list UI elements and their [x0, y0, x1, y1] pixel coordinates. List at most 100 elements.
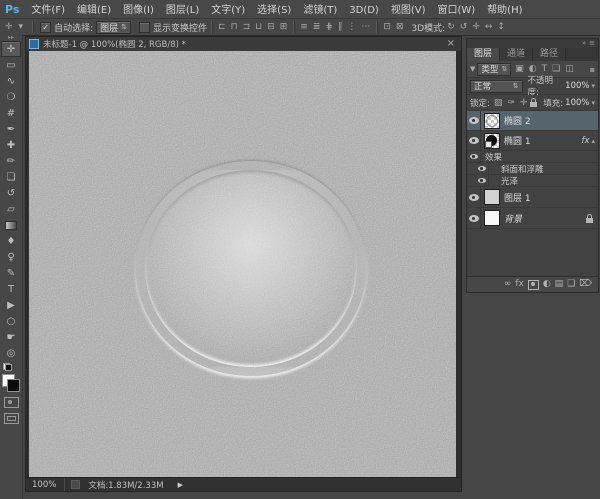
layer-name[interactable]: 椭圆 2: [504, 114, 531, 127]
clone-stamp-tool[interactable]: ❏: [1, 169, 21, 185]
3d-roll-icon[interactable]: ↺: [458, 20, 470, 34]
lasso-tool[interactable]: ∿: [1, 73, 21, 89]
default-colors-icon[interactable]: [3, 363, 12, 371]
auto-blend-icon[interactable]: ⊠: [394, 20, 406, 34]
distribute-left-edges-icon[interactable]: ∥: [336, 20, 345, 34]
eraser-tool[interactable]: ▱: [1, 201, 21, 217]
new-layer-icon[interactable]: ❑: [567, 277, 575, 292]
layer-name[interactable]: 椭圆 1: [504, 134, 531, 147]
auto-select-checkbox[interactable]: ✓: [40, 22, 51, 33]
layer-style-icon[interactable]: fx: [515, 277, 524, 292]
opacity-field[interactable]: 100% ▾: [565, 79, 595, 93]
visibility-toggle[interactable]: [467, 131, 481, 150]
lock-all-icon[interactable]: [530, 102, 537, 107]
menu-item-6[interactable]: 选择(S): [251, 5, 297, 16]
type-tool[interactable]: T: [1, 281, 21, 297]
visibility-toggle[interactable]: [475, 175, 489, 186]
layer-name[interactable]: 背景: [504, 212, 522, 225]
healing-brush-tool[interactable]: ✚: [1, 137, 21, 153]
document-tab-bar[interactable]: 未标题-1 @ 100%(椭圆 2, RGB/8) * ×: [26, 37, 461, 52]
crop-tool[interactable]: #: [1, 105, 21, 121]
dodge-tool[interactable]: ♀: [1, 249, 21, 265]
brush-tool[interactable]: ✏: [1, 153, 21, 169]
panel-tab-2[interactable]: 通道: [500, 48, 533, 61]
zoom-level[interactable]: 100%: [26, 480, 64, 490]
panel-tab-3[interactable]: 路径: [533, 48, 566, 61]
panel-tab-1[interactable]: 图层: [467, 48, 500, 61]
filter-smart-objects-icon[interactable]: ◫: [563, 62, 576, 76]
visibility-toggle[interactable]: [467, 151, 481, 162]
3d-slide-icon[interactable]: ↔: [483, 20, 495, 34]
menu-item-1[interactable]: 文件(F): [25, 5, 71, 16]
menu-item-8[interactable]: 3D(D): [343, 5, 385, 16]
align-left-edges-icon[interactable]: ⊏: [216, 20, 228, 34]
auto-select-target-dropdown[interactable]: 图层 ⇅: [96, 21, 131, 34]
visibility-toggle[interactable]: [467, 187, 481, 207]
hand-tool[interactable]: ☛: [1, 329, 21, 345]
filter-kind-dropdown[interactable]: 类型 ⇅: [477, 63, 511, 76]
layer-row[interactable]: 背景: [467, 208, 598, 229]
align-vertical-centers-icon[interactable]: ⊟: [265, 20, 277, 34]
align-right-edges-icon[interactable]: ⊐: [241, 20, 253, 34]
menu-item-11[interactable]: 帮助(H): [481, 5, 528, 16]
menu-item-3[interactable]: 图像(I): [117, 5, 160, 16]
menu-item-7[interactable]: 滤镜(T): [297, 5, 343, 16]
distribute-right-edges-icon[interactable]: ⋯: [359, 20, 372, 34]
effect-item-row[interactable]: 光泽: [467, 175, 598, 187]
tool-preset-picker[interactable]: ✛ ▾: [0, 20, 28, 34]
distribute-bottom-edges-icon[interactable]: ⋕: [323, 20, 335, 34]
add-layer-mask-icon[interactable]: [528, 280, 539, 290]
layer-row[interactable]: 椭圆 1fx▴: [467, 131, 598, 151]
distribute-top-edges-icon[interactable]: ≡: [298, 20, 310, 34]
adjustment-layer-icon[interactable]: ◐: [543, 277, 551, 292]
effects-row[interactable]: 效果: [467, 151, 598, 163]
distribute-vertical-centers-icon[interactable]: ≣: [311, 20, 323, 34]
layer-thumbnail[interactable]: [484, 113, 500, 129]
visibility-toggle[interactable]: [467, 208, 481, 228]
show-transform-checkbox[interactable]: [139, 22, 150, 33]
fill-field[interactable]: 100% ▾: [565, 96, 595, 110]
menu-item-5[interactable]: 文字(Y): [205, 5, 251, 16]
effect-item-row[interactable]: 斜面和浮雕: [467, 163, 598, 175]
lock-transparency-icon[interactable]: ▨: [492, 96, 505, 110]
delete-layer-icon[interactable]: ⌦: [579, 277, 592, 292]
background-color-swatch[interactable]: [7, 379, 20, 392]
layer-thumbnail[interactable]: [484, 133, 500, 149]
screen-mode-button[interactable]: [4, 413, 19, 424]
link-layers-icon[interactable]: ∞: [504, 277, 512, 292]
path-selection-tool[interactable]: ▶: [1, 297, 21, 313]
menu-item-2[interactable]: 编辑(E): [71, 5, 117, 16]
menu-item-9[interactable]: 视图(V): [385, 5, 432, 16]
new-group-icon[interactable]: ▤: [555, 277, 564, 292]
layer-name[interactable]: 图层 1: [504, 191, 531, 204]
3d-scale-icon[interactable]: ↕: [495, 20, 507, 34]
quick-mask-button[interactable]: [4, 397, 19, 408]
lock-position-icon[interactable]: ✛: [518, 96, 530, 110]
eyedropper-tool[interactable]: ✒: [1, 121, 21, 137]
distribute-horizontal-centers-icon[interactable]: ⋮: [345, 20, 358, 34]
collapse-panels-icon[interactable]: »: [582, 39, 586, 48]
pen-tool[interactable]: ✎: [1, 265, 21, 281]
marquee-tool[interactable]: ▭: [1, 57, 21, 73]
layer-thumbnail[interactable]: [484, 210, 500, 226]
blend-mode-dropdown[interactable]: 正常 ⇅: [470, 80, 523, 93]
visibility-toggle[interactable]: [467, 111, 481, 130]
3d-drag-icon[interactable]: ✛: [470, 20, 482, 34]
move-tool[interactable]: ✛: [1, 41, 21, 57]
auto-align-layers-icon[interactable]: ⊡: [381, 20, 393, 34]
history-brush-tool[interactable]: ↺: [1, 185, 21, 201]
zoom-tool[interactable]: ◎: [1, 345, 21, 361]
quick-selection-tool[interactable]: ❍: [1, 89, 21, 105]
menu-item-10[interactable]: 窗口(W): [431, 5, 481, 16]
align-top-edges-icon[interactable]: ⊔: [253, 20, 264, 34]
3d-rotate-icon[interactable]: ↻: [445, 20, 457, 34]
align-bottom-edges-icon[interactable]: ⊞: [278, 20, 290, 34]
menu-item-4[interactable]: 图层(L): [160, 5, 205, 16]
status-menu-arrow-icon[interactable]: ▶: [174, 481, 187, 489]
filter-toggle-icon[interactable]: ▪: [590, 65, 595, 74]
blur-tool[interactable]: ♦: [1, 233, 21, 249]
lock-pixels-icon[interactable]: ✑: [505, 96, 517, 110]
align-horizontal-centers-icon[interactable]: ⊓: [229, 20, 240, 34]
visibility-toggle[interactable]: [475, 163, 489, 174]
gradient-tool[interactable]: [1, 217, 21, 233]
